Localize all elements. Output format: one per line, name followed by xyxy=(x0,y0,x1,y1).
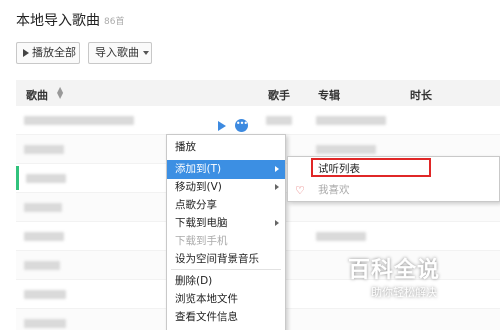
context-menu: 播放 添加到(T) 移动到(V) 点歌分享 下载到电脑 下载到手机 设为空间背景… xyxy=(166,134,286,330)
submenu-arrow-icon xyxy=(275,220,279,226)
watermark-subtitle: 助你轻松解决 xyxy=(371,286,437,299)
menu-item-label: 播放 xyxy=(175,141,196,153)
album-blurred xyxy=(316,116,386,125)
watermark-title: 百科全说 xyxy=(348,258,441,283)
sort-icon[interactable]: ▲ ▼ xyxy=(57,86,63,100)
column-duration[interactable]: 时长 xyxy=(410,87,432,103)
menu-item-add-to[interactable]: 添加到(T) xyxy=(167,160,285,179)
column-singer[interactable]: 歌手 xyxy=(268,87,290,103)
menu-item-label: 添加到(T) xyxy=(175,163,222,175)
song-title-blurred xyxy=(26,174,66,183)
song-title-blurred xyxy=(24,261,60,270)
menu-item-file-info[interactable]: 查看文件信息 xyxy=(167,308,285,327)
highlight-annotation-box xyxy=(311,158,431,177)
heart-icon: ♡ xyxy=(295,184,305,197)
page-title: 本地导入歌曲 xyxy=(16,13,100,29)
song-count: 86首 xyxy=(104,17,125,27)
import-songs-button[interactable]: 导入歌曲 xyxy=(88,42,152,64)
song-title-blurred xyxy=(24,319,66,328)
import-songs-label: 导入歌曲 xyxy=(95,46,139,59)
column-song[interactable]: 歌曲 xyxy=(26,87,48,103)
table-row[interactable] xyxy=(16,106,500,135)
menu-item-play[interactable]: 播放 xyxy=(167,138,285,157)
album-blurred xyxy=(316,145,376,154)
submenu-item-favorites[interactable]: ♡ 我喜欢 xyxy=(288,180,499,200)
song-title-blurred xyxy=(24,203,62,212)
menu-item-browse-local[interactable]: 浏览本地文件 xyxy=(167,290,285,309)
singer-blurred xyxy=(266,116,292,125)
menu-item-share[interactable]: 点歌分享 xyxy=(167,196,285,215)
menu-item-label: 点歌分享 xyxy=(175,199,217,211)
menu-item-label: 下载到电脑 xyxy=(175,217,228,229)
menu-item-label: 下载到手机 xyxy=(175,235,228,247)
song-title-blurred xyxy=(24,145,64,154)
selected-row-marker xyxy=(16,166,19,190)
submenu-item-label: 我喜欢 xyxy=(318,184,350,196)
table-header: 歌曲 ▲ ▼ 歌手 专辑 时长 xyxy=(16,80,500,106)
submenu-arrow-icon xyxy=(275,166,279,172)
menu-item-label: 设为空间背景音乐 xyxy=(175,253,259,265)
menu-item-label: 查看文件信息 xyxy=(175,311,238,323)
song-title-blurred xyxy=(24,232,64,241)
menu-item-download-phone: 下载到手机 xyxy=(167,232,285,251)
column-album[interactable]: 专辑 xyxy=(318,87,340,103)
menu-item-set-background-music[interactable]: 设为空间背景音乐 xyxy=(167,250,285,269)
menu-item-label: 浏览本地文件 xyxy=(175,293,238,305)
menu-item-download-pc[interactable]: 下载到电脑 xyxy=(167,214,285,233)
song-title-blurred xyxy=(24,116,134,125)
play-triangle-icon xyxy=(23,49,29,57)
album-blurred xyxy=(316,232,366,241)
menu-divider xyxy=(171,269,281,270)
song-title-blurred xyxy=(24,290,66,299)
menu-item-delete[interactable]: 删除(D) xyxy=(167,272,285,291)
submenu-arrow-icon xyxy=(275,184,279,190)
play-all-label: 播放全部 xyxy=(32,46,76,59)
menu-item-label: 移动到(V) xyxy=(175,181,222,193)
row-more-icon[interactable]: ••• xyxy=(235,119,248,132)
menu-item-move-to[interactable]: 移动到(V) xyxy=(167,178,285,197)
menu-item-label: 删除(D) xyxy=(175,275,213,287)
row-play-icon[interactable] xyxy=(218,121,226,131)
play-all-button[interactable]: 播放全部 xyxy=(16,42,80,64)
chevron-down-icon xyxy=(143,51,149,55)
